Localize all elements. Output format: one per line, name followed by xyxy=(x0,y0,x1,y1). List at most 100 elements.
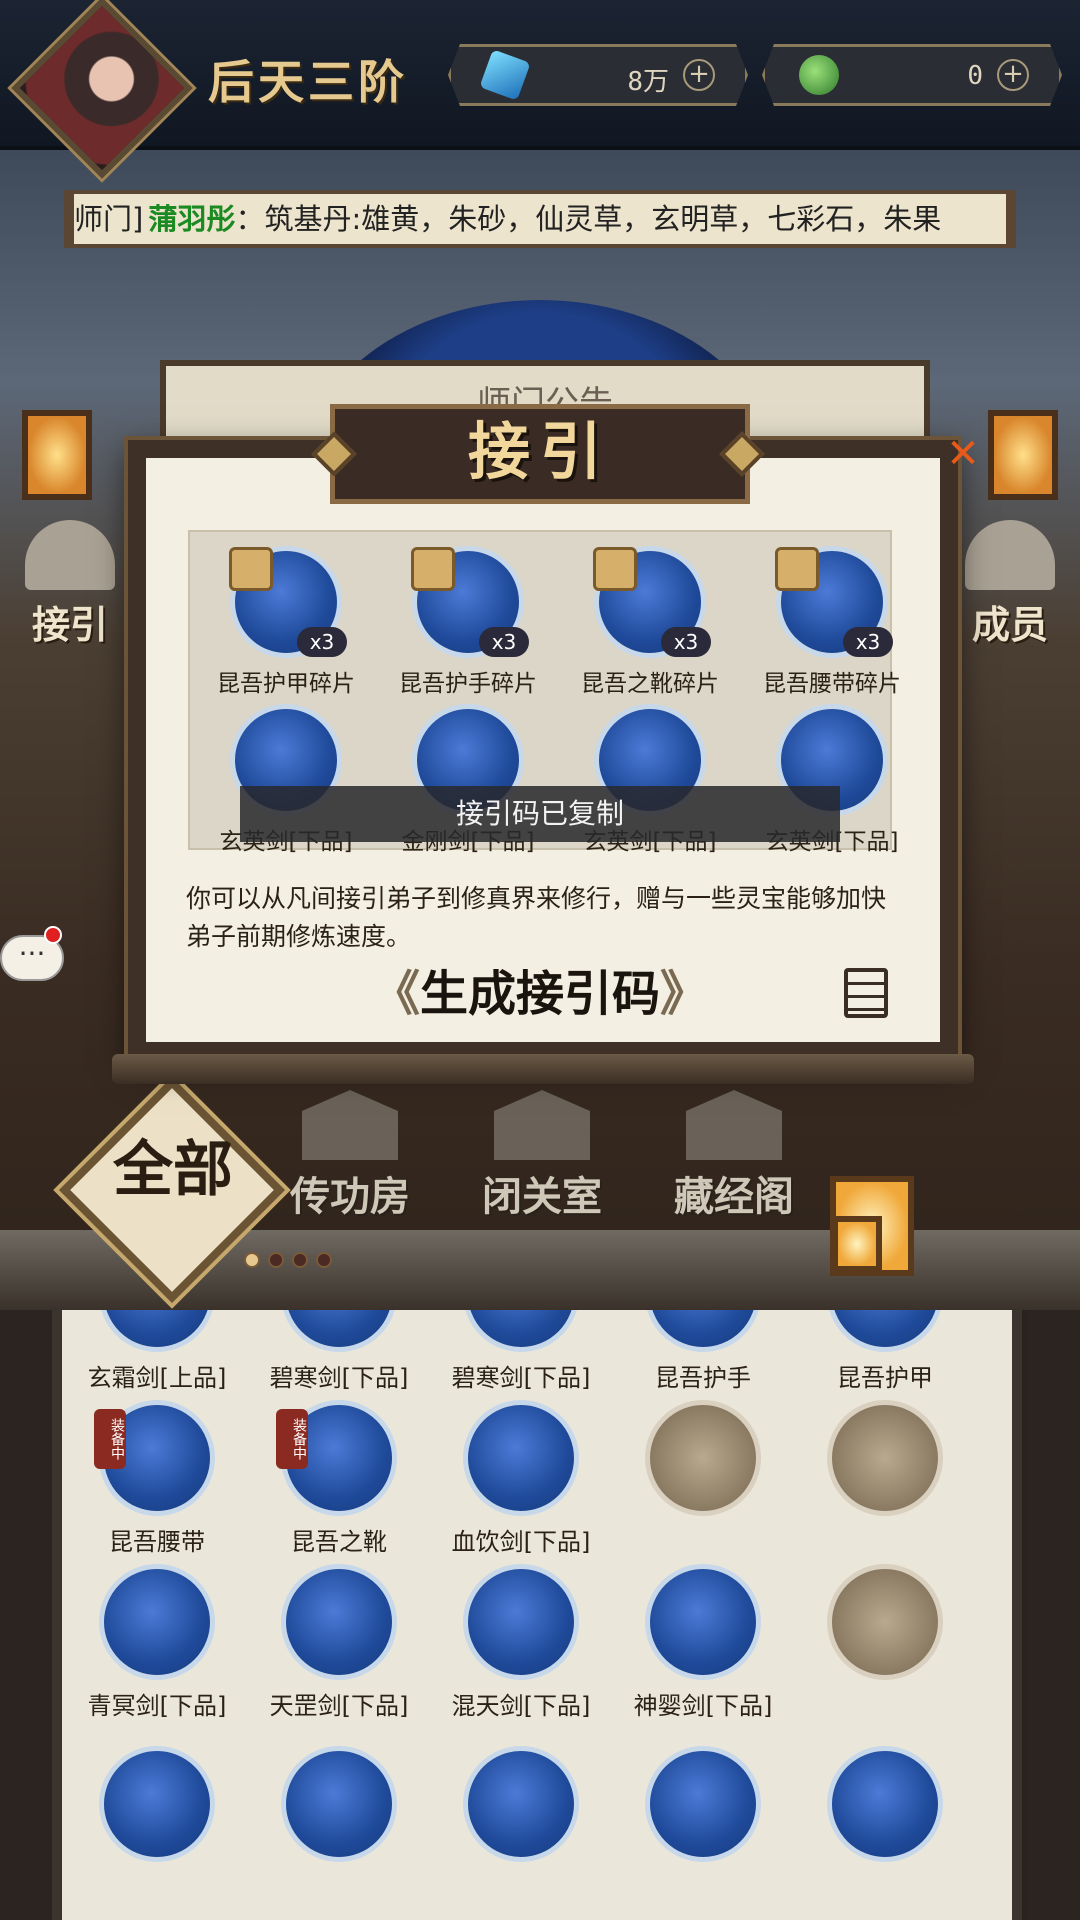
members-side-button[interactable]: 成员 xyxy=(950,520,1070,649)
item-icon xyxy=(463,1746,579,1862)
inventory-item[interactable]: 青冥剑[下品] xyxy=(66,1564,248,1721)
members-icon xyxy=(965,520,1055,590)
recruit-side-button[interactable]: 接引 xyxy=(10,520,130,649)
tab-retreat-room[interactable]: 闭关室 xyxy=(462,1090,622,1222)
inventory-item[interactable]: 装备中昆吾护甲 xyxy=(794,1310,976,1393)
rank-title: 后天三阶 xyxy=(208,55,408,109)
item-icon: 装备中 xyxy=(276,1400,397,1516)
reward-item[interactable]: x3 昆吾腰带碎片 xyxy=(742,546,922,698)
page-dot[interactable] xyxy=(268,1252,284,1268)
bracket-right: 》 xyxy=(660,966,709,1022)
reward-name: 昆吾之靴碎片 xyxy=(581,671,719,697)
inventory-item[interactable]: 装备中 昆吾腰带 xyxy=(66,1400,248,1557)
reward-count: x3 xyxy=(661,627,711,657)
document-icon[interactable] xyxy=(844,968,888,1018)
puzzle-piece-icon xyxy=(411,547,455,591)
inventory-item[interactable]: 天罡剑[下品] xyxy=(248,1564,430,1721)
generate-code-button[interactable]: 《生成接引码》 xyxy=(350,962,730,1026)
top-bar: 后天三阶 8万 + 0 + xyxy=(0,0,1080,179)
lantern-icon xyxy=(988,410,1058,500)
item-icon xyxy=(281,1564,397,1680)
item-name: 神婴剑[下品] xyxy=(633,1692,773,1720)
empty-slot-icon xyxy=(645,1400,761,1516)
item-name: 混天剑[下品] xyxy=(451,1692,591,1720)
close-button[interactable]: ✕ xyxy=(944,434,982,474)
item-icon xyxy=(645,1746,761,1862)
item-icon xyxy=(281,1746,397,1862)
reward-name: 昆吾护手碎片 xyxy=(399,671,537,697)
equipped-badge: 装备中 xyxy=(276,1409,308,1469)
inventory-item[interactable]: 装备中昆吾护手 xyxy=(612,1310,794,1393)
currency-jade: 0 + xyxy=(762,44,1062,106)
item-name: 昆吾护甲 xyxy=(837,1364,933,1392)
room-label: 藏经阁 xyxy=(674,1173,794,1220)
inventory-item[interactable]: 装备中碧寒剑[下品] xyxy=(248,1310,430,1393)
room-label: 闭关室 xyxy=(482,1173,602,1220)
tab-practice-room[interactable]: 传功房 xyxy=(270,1090,430,1222)
modal-header: 接引 xyxy=(330,404,750,504)
item-icon: 装备中 xyxy=(645,1310,761,1352)
recruit-side-label: 接引 xyxy=(31,602,108,647)
building-icon xyxy=(302,1090,398,1160)
item-icon xyxy=(99,1564,215,1680)
inventory-grid[interactable]: 装备中玄霜剑[上品]装备中碧寒剑[下品]装备中碧寒剑[下品]装备中昆吾护手装备中… xyxy=(52,1310,1022,1920)
reward-item[interactable]: x3 昆吾之靴碎片 xyxy=(560,546,740,698)
inventory-item[interactable]: 混天剑[下品] xyxy=(430,1564,612,1721)
inventory-item[interactable]: 神婴剑[下品] xyxy=(612,1564,794,1721)
banner-sender: 蒲羽彤 xyxy=(148,202,236,236)
item-icon: 装备中 xyxy=(99,1310,215,1352)
room-label: 传功房 xyxy=(290,1173,410,1220)
jade-icon xyxy=(799,55,839,95)
inventory-item[interactable]: 血饮剑[下品] xyxy=(430,1400,612,1557)
inventory-item[interactable] xyxy=(612,1400,794,1522)
currency-value: 0 xyxy=(967,61,983,91)
currency-gems: 8万 + xyxy=(448,44,748,106)
equipped-badge: 装备中 xyxy=(94,1409,126,1469)
add-jade-button[interactable]: + xyxy=(997,59,1029,91)
inventory-item[interactable]: 装备中 昆吾之靴 xyxy=(248,1400,430,1557)
armor-fragment-icon: x3 xyxy=(775,546,893,658)
page-indicator xyxy=(244,1252,332,1268)
page-dot[interactable] xyxy=(292,1252,308,1268)
inventory-item[interactable]: 装备中玄霜剑[上品] xyxy=(66,1310,248,1393)
item-icon xyxy=(99,1746,215,1862)
reward-name: 昆吾腰带碎片 xyxy=(763,671,901,697)
currency-value: 8万 xyxy=(627,67,669,97)
inventory-item[interactable] xyxy=(430,1746,612,1868)
reward-count: x3 xyxy=(297,627,347,657)
reward-item[interactable]: x3 昆吾护手碎片 xyxy=(378,546,558,698)
pavilion-icon xyxy=(25,520,115,590)
empty-slot-icon xyxy=(827,1564,943,1680)
add-gems-button[interactable]: + xyxy=(683,59,715,91)
building-icon xyxy=(494,1090,590,1160)
item-icon xyxy=(827,1746,943,1862)
bracket-left: 《 xyxy=(371,966,420,1022)
inventory-item[interactable] xyxy=(66,1746,248,1868)
reward-item[interactable]: x3 昆吾护甲碎片 xyxy=(196,546,376,698)
item-name: 青冥剑[下品] xyxy=(87,1692,227,1720)
armor-fragment-icon: x3 xyxy=(229,546,347,658)
empty-slot-icon xyxy=(827,1400,943,1516)
page-dot[interactable] xyxy=(244,1252,260,1268)
scroll-rod xyxy=(112,1054,974,1084)
puzzle-piece-icon xyxy=(775,547,819,591)
item-name: 血饮剑[下品] xyxy=(451,1528,591,1556)
page-dot[interactable] xyxy=(316,1252,332,1268)
lantern-icon xyxy=(22,410,92,500)
inventory-item[interactable] xyxy=(794,1564,976,1686)
tab-all-label: 全部 xyxy=(113,1135,233,1205)
item-icon: 装备中 xyxy=(827,1310,943,1352)
inventory-item[interactable] xyxy=(612,1746,794,1868)
inventory-item[interactable] xyxy=(248,1746,430,1868)
inventory-item[interactable]: 装备中碧寒剑[下品] xyxy=(430,1310,612,1393)
chat-banner[interactable]: 师门] 蒲羽彤：筑基丹:雄黄，朱砂，仙灵草，玄明草，七彩石，朱果 xyxy=(64,190,1016,248)
inventory-item[interactable] xyxy=(794,1400,976,1522)
modal-description: 你可以从凡间接引弟子到修真界来修行，赠与一些灵宝能够加快弟子前期修炼速度。 xyxy=(186,884,887,951)
lamp-icon xyxy=(832,1216,882,1272)
puzzle-piece-icon xyxy=(593,547,637,591)
toast-message: 接引码已复制 xyxy=(240,786,840,842)
item-icon: 装备中 xyxy=(281,1310,397,1352)
modal-title: 接引 xyxy=(467,415,612,488)
inventory-item[interactable] xyxy=(794,1746,976,1868)
tab-library[interactable]: 藏经阁 xyxy=(654,1090,814,1222)
